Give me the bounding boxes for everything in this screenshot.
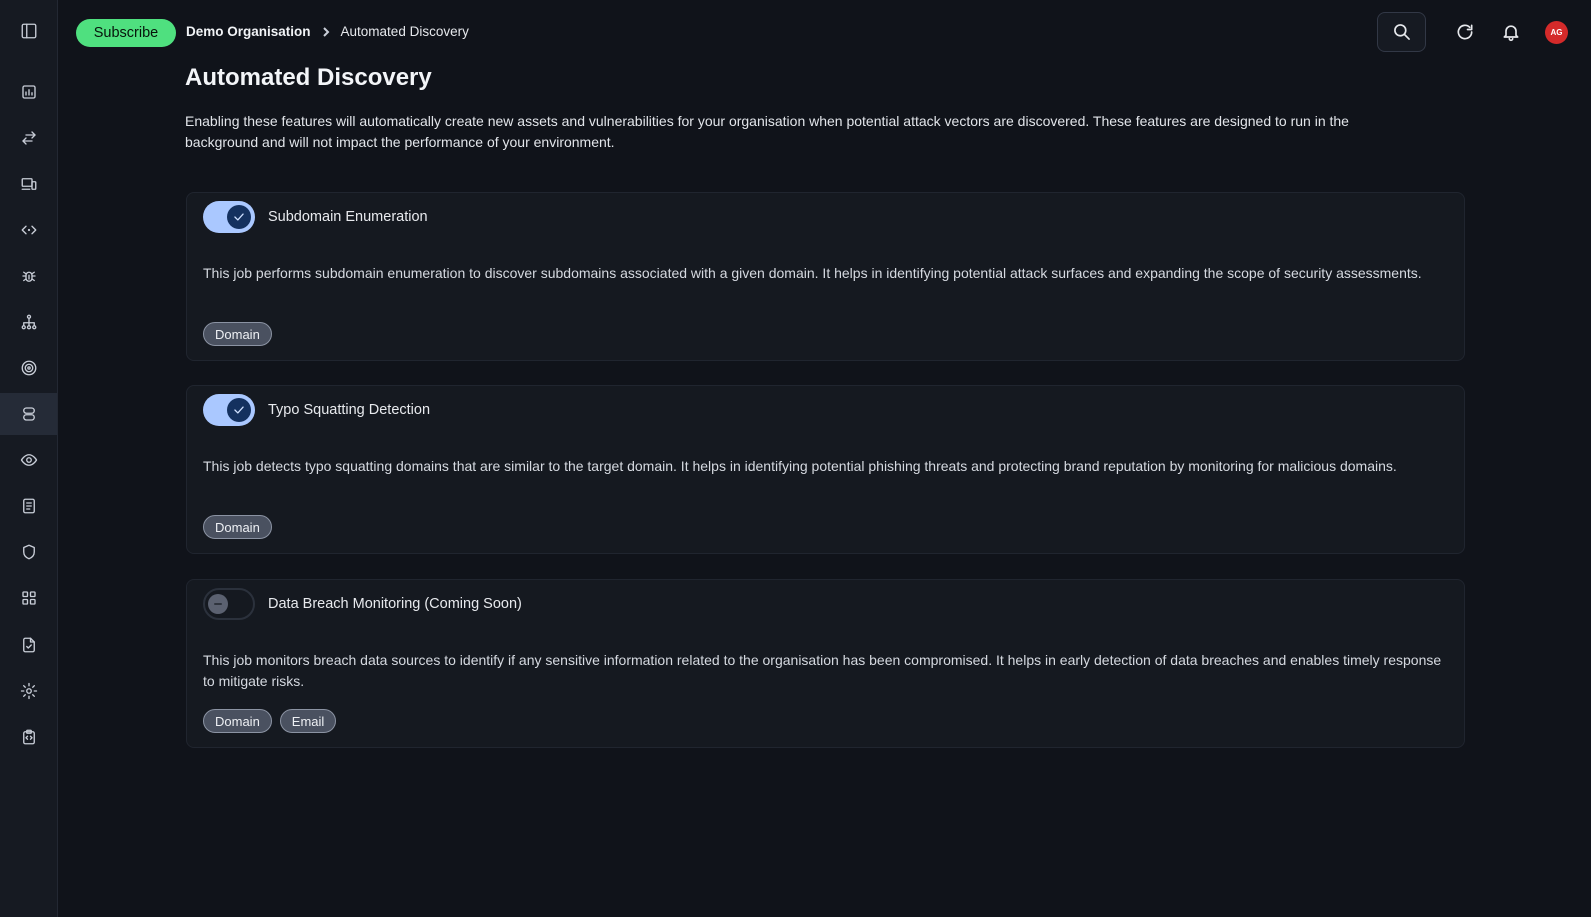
job-description: This job monitors breach data sources to… xyxy=(203,652,1442,689)
check-icon xyxy=(227,398,251,422)
job-tags: Domain xyxy=(203,322,272,346)
page-title: Automated Discovery xyxy=(185,64,432,91)
app-root: Subscribe Demo Organisation Automated Di… xyxy=(0,0,1591,917)
subdomain-enumeration-toggle[interactable] xyxy=(203,201,255,233)
transfer-arrows-icon[interactable] xyxy=(0,117,57,159)
document-icon[interactable] xyxy=(0,485,57,527)
search-icon xyxy=(1393,24,1410,40)
breadcrumb-org-link[interactable]: Demo Organisation xyxy=(186,24,311,39)
breadcrumb: Demo Organisation Automated Discovery xyxy=(186,24,469,39)
notifications-button[interactable] xyxy=(1499,20,1523,44)
bell-icon xyxy=(1503,25,1519,42)
refresh-icon xyxy=(1457,24,1473,40)
job-title: Subdomain Enumeration xyxy=(268,209,428,225)
tag-badge: Domain xyxy=(203,709,272,733)
job-title: Typo Squatting Detection xyxy=(268,402,431,418)
page-description: Enabling these features will automatical… xyxy=(185,113,1349,150)
data-breach-monitoring-toggle[interactable] xyxy=(203,588,255,620)
job-title: Data Breach Monitoring (Coming Soon) xyxy=(268,596,522,612)
refresh-button[interactable] xyxy=(1453,20,1477,44)
eye-icon[interactable] xyxy=(0,439,57,481)
devices-icon[interactable] xyxy=(0,163,57,205)
breadcrumb-current: Automated Discovery xyxy=(340,24,469,39)
tag-badge: Domain xyxy=(203,515,272,539)
apps-grid-icon[interactable] xyxy=(0,577,57,619)
sidebar xyxy=(0,0,58,917)
tag-badge: Domain xyxy=(203,322,272,346)
job-card-data-breach-monitoring: Data Breach Monitoring (Coming Soon) Thi… xyxy=(186,579,1465,748)
dashboard-chart-icon[interactable] xyxy=(0,71,57,113)
bug-icon[interactable] xyxy=(0,255,57,297)
job-tags: Domain Email xyxy=(203,709,337,733)
chevron-right-icon xyxy=(321,26,331,37)
tag-badge: Email xyxy=(279,709,337,733)
job-card-subdomain-enumeration: Subdomain Enumeration This job performs … xyxy=(186,192,1465,361)
hierarchy-icon[interactable] xyxy=(0,301,57,343)
typo-squatting-detection-toggle[interactable] xyxy=(203,394,255,426)
minus-icon xyxy=(208,594,228,614)
sidebar-toggle-icon[interactable] xyxy=(17,19,41,43)
search-button[interactable] xyxy=(1377,12,1426,52)
file-check-icon[interactable] xyxy=(0,624,57,666)
job-tags: Domain xyxy=(203,515,272,539)
user-avatar[interactable]: AG xyxy=(1545,21,1568,44)
database-icon[interactable] xyxy=(0,393,57,435)
check-icon xyxy=(227,205,251,229)
job-card-typo-squatting-detection: Typo Squatting Detection This job detect… xyxy=(186,385,1465,554)
code-icon[interactable] xyxy=(0,209,57,251)
code-clipboard-icon[interactable] xyxy=(0,716,57,758)
shield-icon[interactable] xyxy=(0,531,57,573)
job-description: This job detects typo squatting domains … xyxy=(203,458,1397,474)
subscribe-button[interactable]: Subscribe xyxy=(76,19,176,47)
target-icon[interactable] xyxy=(0,347,57,389)
settings-gear-icon[interactable] xyxy=(0,670,57,712)
job-description: This job performs subdomain enumeration … xyxy=(203,265,1422,281)
